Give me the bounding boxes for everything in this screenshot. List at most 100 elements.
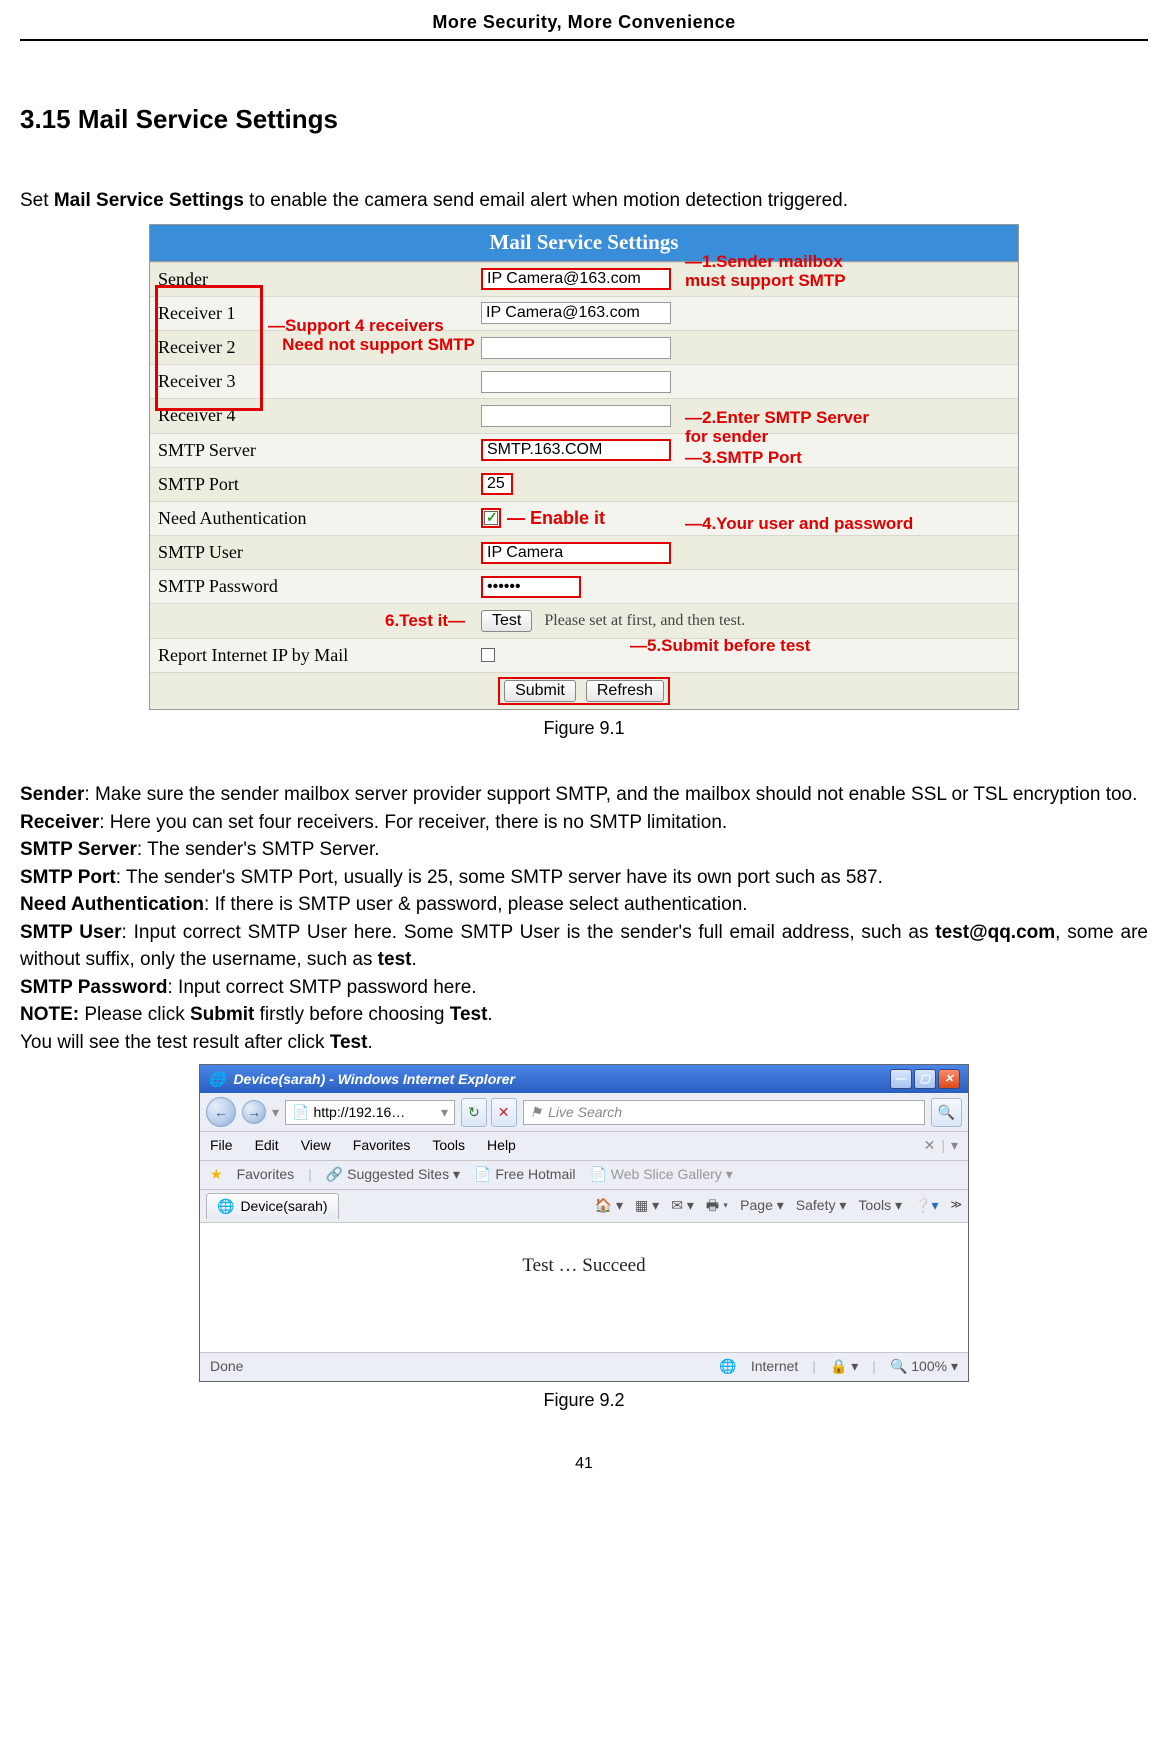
ie-menubar: File Edit View Favorites Tools Help ✕ | … <box>200 1132 968 1161</box>
menu-tools[interactable]: Tools <box>432 1136 465 1156</box>
maximize-button[interactable]: ▢ <box>914 1069 936 1089</box>
nav-dropdown-icon[interactable]: ▾ <box>272 1103 279 1123</box>
ie-titlebar: 🌐 Device(sarah) - Windows Internet Explo… <box>200 1065 968 1093</box>
page-header: More Security, More Convenience <box>20 10 1148 41</box>
row-buttons: Submit Refresh <box>150 672 1018 709</box>
label-report-ip: Report Internet IP by Mail <box>150 639 475 672</box>
close-button[interactable]: ✕ <box>938 1069 960 1089</box>
desc-receiver-t: : Here you can set four receivers. For r… <box>99 812 727 833</box>
desc-sender-b: Sender <box>20 784 84 805</box>
descriptions: Sender: Make sure the sender mailbox ser… <box>20 781 1148 1056</box>
page-icon: 📄 <box>292 1103 309 1123</box>
search-go-button[interactable]: 🔍 <box>931 1098 962 1128</box>
browser-tab[interactable]: 🌐 Device(sarah) <box>206 1193 339 1220</box>
overflow-chevron-icon[interactable]: ≫ <box>950 1198 962 1213</box>
label-need-auth: Need Authentication <box>150 502 475 535</box>
label-receiver-3: Receiver 3 <box>150 365 475 398</box>
ie-window-buttons: — ▢ ✕ <box>890 1069 960 1089</box>
feeds-button[interactable]: ▦ ▾ <box>635 1196 659 1216</box>
desc-server-b: SMTP Server <box>20 839 137 860</box>
annotation-receivers-text: —Support 4 receivers Need not support SM… <box>268 317 475 354</box>
input-smtp-server[interactable] <box>481 439 671 461</box>
fav-free-hotmail[interactable]: 📄 Free Hotmail <box>474 1165 575 1185</box>
back-button[interactable]: ← <box>206 1097 236 1127</box>
status-internet: Internet <box>751 1357 798 1377</box>
test-button[interactable]: Test <box>481 610 532 632</box>
input-smtp-password[interactable] <box>481 576 581 598</box>
ie-address-row: ← → ▾ 📄 http://192.16… ▾ ↻ ✕ ⚑ Live Sear… <box>200 1093 968 1132</box>
fav-web-slice[interactable]: 📄 Web Slice Gallery ▾ <box>589 1165 732 1185</box>
annotation-3: —3.SMTP Port <box>685 449 802 468</box>
label-smtp-server: SMTP Server <box>150 434 475 467</box>
refresh-page-button[interactable]: ↻ <box>461 1098 487 1128</box>
annotation-enable-it: — Enable it <box>507 506 605 531</box>
label-smtp-password: SMTP Password <box>150 570 475 603</box>
desc-user-t1: : Input correct SMTP User here. Some SMT… <box>122 922 936 943</box>
ie-window: 🌐 Device(sarah) - Windows Internet Explo… <box>199 1064 969 1381</box>
row-smtp-user: SMTP User <box>150 535 1018 569</box>
refresh-icon: ↻ <box>468 1103 480 1123</box>
figure-9-2-caption: Figure 9.2 <box>20 1388 1148 1413</box>
checkbox-auth[interactable] <box>484 511 498 525</box>
tools-menu[interactable]: Tools ▾ <box>858 1196 902 1216</box>
home-button[interactable]: 🏠 ▾ <box>595 1196 623 1216</box>
search-icon: 🔍 <box>938 1103 955 1123</box>
annotation-5: —5.Submit before test <box>630 637 810 656</box>
input-receiver-2[interactable] <box>481 337 671 359</box>
label-receiver-4: Receiver 4 <box>150 399 475 432</box>
menubar-close[interactable]: ✕ | ▾ <box>924 1136 958 1156</box>
forward-button[interactable]: → <box>242 1100 266 1124</box>
input-receiver-1[interactable] <box>481 302 671 324</box>
safety-menu[interactable]: Safety ▾ <box>796 1196 847 1216</box>
input-smtp-port[interactable] <box>481 473 513 495</box>
menu-favorites[interactable]: Favorites <box>353 1136 411 1156</box>
protected-mode-icon[interactable]: 🔒 ▾ <box>830 1357 858 1377</box>
page-menu[interactable]: Page ▾ <box>740 1196 784 1216</box>
status-done: Done <box>210 1357 243 1377</box>
intro-prefix: Set <box>20 190 54 211</box>
fav-suggested-sites[interactable]: 🔗 Suggested Sites ▾ <box>326 1165 460 1185</box>
minimize-button[interactable]: — <box>890 1069 912 1089</box>
figure-9-1-wrap: Mail Service Settings Sender Receiver 1 … <box>20 224 1148 741</box>
menu-view[interactable]: View <box>301 1136 331 1156</box>
row-smtp-server: SMTP Server <box>150 433 1018 467</box>
mail-button[interactable]: ✉ ▾ <box>671 1196 694 1216</box>
menu-file[interactable]: File <box>210 1136 233 1156</box>
submit-button[interactable]: Submit <box>504 680 576 702</box>
desc-user-t5: . <box>411 949 416 970</box>
annotation-2: —2.Enter SMTP Server for sender <box>685 409 885 446</box>
stop-icon: ✕ <box>498 1103 510 1123</box>
help-button[interactable]: ❔▾ <box>914 1196 938 1216</box>
input-sender[interactable] <box>481 268 671 290</box>
command-bar: 🏠 ▾ ▦ ▾ ✉ ▾ 🖶 ▾ Page ▾ Safety ▾ Tools ▾ … <box>595 1196 962 1216</box>
favorites-star-icon: ★ <box>210 1165 223 1185</box>
favorites-label[interactable]: Favorites <box>237 1165 295 1185</box>
refresh-button[interactable]: Refresh <box>586 680 664 702</box>
label-smtp-port: SMTP Port <box>150 468 475 501</box>
desc-note-b: NOTE: <box>20 1004 79 1025</box>
ie-tab-row: 🌐 Device(sarah) 🏠 ▾ ▦ ▾ ✉ ▾ 🖶 ▾ Page ▾ S… <box>200 1190 968 1224</box>
menu-edit[interactable]: Edit <box>255 1136 279 1156</box>
intro-suffix: to enable the camera send email alert wh… <box>244 190 848 211</box>
address-bar[interactable]: 📄 http://192.16… ▾ <box>285 1100 455 1126</box>
input-receiver-3[interactable] <box>481 371 671 393</box>
checkbox-report-ip[interactable] <box>481 648 495 662</box>
globe-icon: 🌐 <box>719 1357 736 1377</box>
figure-9-2-wrap: 🌐 Device(sarah) - Windows Internet Explo… <box>20 1064 1148 1413</box>
stop-button[interactable]: ✕ <box>491 1098 517 1128</box>
input-receiver-4[interactable] <box>481 405 671 427</box>
search-box[interactable]: ⚑ Live Search <box>523 1100 925 1126</box>
desc-auth-t: : If there is SMTP user & password, plea… <box>204 894 748 915</box>
print-button[interactable]: 🖶 ▾ <box>706 1196 728 1216</box>
annotation-6-test-it: 6.Test it— <box>385 611 465 630</box>
desc-user-b: SMTP User <box>20 922 122 943</box>
url-dropdown-icon[interactable]: ▾ <box>441 1103 448 1123</box>
ie-window-title: Device(sarah) - Windows Internet Explore… <box>233 1070 515 1090</box>
menu-help[interactable]: Help <box>487 1136 516 1156</box>
input-smtp-user[interactable] <box>481 542 671 564</box>
desc-server-t: : The sender's SMTP Server. <box>137 839 380 860</box>
desc-post-t3: . <box>367 1032 372 1053</box>
zoom-control[interactable]: 🔍 100% ▾ <box>890 1357 958 1377</box>
test-result-text: Test … Succeed <box>522 1255 645 1276</box>
checkbox-auth-wrap <box>481 508 501 528</box>
